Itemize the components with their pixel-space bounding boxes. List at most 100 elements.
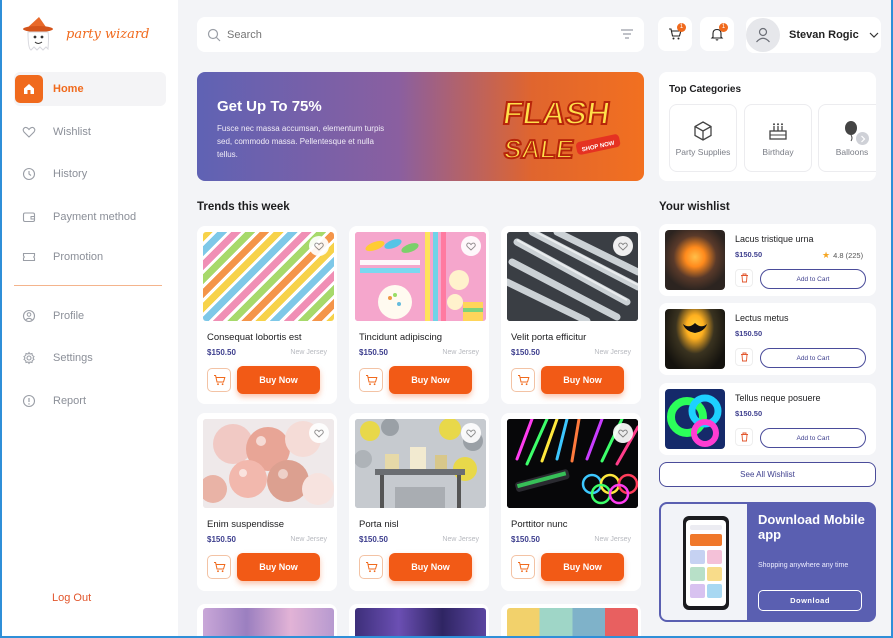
sidebar-item-promotion[interactable]: Promotion	[14, 240, 166, 274]
cart-button[interactable]: 1	[658, 17, 692, 51]
gear-icon	[15, 344, 43, 372]
add-to-cart-button[interactable]: Add to Cart	[760, 348, 866, 368]
sidebar-item-label: Promotion	[53, 251, 104, 263]
favorite-heart-icon[interactable]	[309, 423, 329, 443]
sidebar-item-profile[interactable]: Profile	[14, 299, 166, 333]
cart-icon	[213, 375, 225, 386]
promo-subtitle: Shopping anywhere any time	[758, 562, 849, 569]
logout-link[interactable]: Log Out	[52, 592, 91, 604]
user-menu[interactable]: Stevan Rogic	[746, 17, 881, 53]
sidebar-item-settings[interactable]: Settings	[14, 341, 166, 375]
buy-now-button[interactable]: Buy Now	[389, 366, 472, 394]
product-price: $150.50	[207, 348, 236, 357]
product-image-character-cups	[507, 608, 638, 638]
product-name: Porta nisl	[359, 519, 399, 530]
favorite-heart-icon[interactable]	[613, 423, 633, 443]
search-bar[interactable]	[197, 17, 644, 52]
banner-title: Get Up To 75%	[217, 98, 322, 115]
cart-icon	[365, 375, 377, 386]
favorite-heart-icon[interactable]	[309, 236, 329, 256]
home-icon	[15, 75, 43, 103]
product-card[interactable]: Tincidunt adipiscing $150.50 New Jersey …	[349, 226, 489, 404]
wishlist-item[interactable]: Lectus metus $150.50 Add to Cart	[659, 303, 876, 375]
see-all-wishlist-button[interactable]: See All Wishlist	[659, 462, 876, 487]
sidebar-item-history[interactable]: History	[14, 157, 166, 191]
wishlist-item[interactable]: Tellus neque posuere $150.50 Add to Cart	[659, 383, 876, 455]
promo-banner[interactable]: Get Up To 75% Fusce nec massa accumsan, …	[197, 72, 644, 181]
product-card[interactable]: Enim suspendisse $150.50 New Jersey Buy …	[197, 413, 337, 591]
banner-text: Fusce nec massa accumsan, elementum turp…	[217, 124, 385, 159]
sidebar-item-label: Profile	[53, 310, 85, 322]
product-card-partial[interactable]	[197, 604, 337, 638]
flash-word: FLASH	[502, 95, 612, 131]
rating: ★ 4.8 (225)	[822, 250, 863, 261]
rating-value: 4.8 (225)	[833, 251, 864, 260]
filter-icon[interactable]	[620, 28, 634, 40]
product-location: New Jersey	[442, 349, 479, 356]
sidebar: party wizard Home Wishlist History Payme…	[0, 0, 178, 638]
product-image-photo-props	[203, 608, 334, 638]
buy-now-button[interactable]: Buy Now	[237, 553, 320, 581]
buy-now-button[interactable]: Buy Now	[389, 553, 472, 581]
product-name: Velit porta efficitur	[511, 332, 587, 343]
logo[interactable]: party wizard	[22, 16, 149, 52]
cart-badge: 1	[677, 23, 686, 32]
product-price: $150.50	[207, 535, 236, 544]
add-to-cart-button[interactable]	[511, 555, 535, 579]
favorite-heart-icon[interactable]	[461, 423, 481, 443]
product-name: Enim suspendisse	[207, 519, 285, 530]
chevron-down-icon[interactable]	[869, 32, 879, 38]
user-icon	[15, 302, 43, 330]
product-location: New Jersey	[594, 349, 631, 356]
user-name: Stevan Rogic	[789, 29, 859, 41]
add-to-cart-button[interactable]: Add to Cart	[760, 269, 866, 289]
info-icon	[15, 387, 43, 415]
wishlist-item-name: Lacus tristique urna	[735, 234, 814, 244]
sidebar-item-label: Payment method	[53, 211, 137, 223]
category-party-supplies[interactable]: Party Supplies	[669, 104, 737, 172]
favorite-heart-icon[interactable]	[613, 236, 633, 256]
product-card[interactable]: Porta nisl $150.50 New Jersey Buy Now	[349, 413, 489, 591]
sidebar-item-label: Report	[53, 395, 87, 407]
promo-title: Download Mobile app	[758, 512, 865, 542]
sidebar-item-wishlist[interactable]: Wishlist	[14, 115, 166, 149]
wishlist-item[interactable]: Lacus tristique urna $150.50 ★ 4.8 (225) …	[659, 224, 876, 296]
add-to-cart-button[interactable]	[359, 555, 383, 579]
cart-icon	[517, 562, 529, 573]
avatar	[746, 18, 780, 52]
buy-now-button[interactable]: Buy Now	[541, 366, 624, 394]
favorite-heart-icon[interactable]	[461, 236, 481, 256]
sidebar-item-home[interactable]: Home	[14, 72, 166, 106]
notifications-button[interactable]: 1	[700, 17, 734, 51]
buy-now-button[interactable]: Buy Now	[541, 553, 624, 581]
download-button[interactable]: Download	[758, 590, 862, 611]
product-card[interactable]: Consequat lobortis est $150.50 New Jerse…	[197, 226, 337, 404]
sidebar-item-label: History	[53, 168, 88, 180]
product-card-partial[interactable]	[501, 604, 641, 638]
cart-icon	[517, 375, 529, 386]
product-card[interactable]: Porttitor nunc $150.50 New Jersey Buy No…	[501, 413, 641, 591]
remove-wishlist-button[interactable]	[735, 348, 753, 366]
category-label: Birthday	[762, 146, 794, 157]
category-birthday[interactable]: Birthday	[744, 104, 812, 172]
product-card-partial[interactable]	[349, 604, 489, 638]
chevron-right-icon[interactable]	[856, 132, 869, 145]
add-to-cart-button[interactable]	[511, 368, 535, 392]
trash-icon	[740, 273, 748, 283]
sidebar-item-report[interactable]: Report	[14, 384, 166, 418]
add-to-cart-button[interactable]	[359, 368, 383, 392]
sidebar-divider	[14, 285, 162, 286]
add-to-cart-button[interactable]	[207, 368, 231, 392]
search-input[interactable]	[227, 28, 587, 41]
buy-now-button[interactable]: Buy Now	[237, 366, 320, 394]
product-card[interactable]: Velit porta efficitur $150.50 New Jersey…	[501, 226, 641, 404]
add-to-cart-button[interactable]: Add to Cart	[760, 428, 866, 448]
remove-wishlist-button[interactable]	[735, 428, 753, 446]
remove-wishlist-button[interactable]	[735, 269, 753, 287]
add-to-cart-button[interactable]	[207, 555, 231, 579]
wishlist-thumbnail	[665, 230, 725, 290]
wishlist-thumbnail	[665, 309, 725, 369]
product-location: New Jersey	[594, 536, 631, 543]
mobile-app-promo: Download Mobile app Shopping anywhere an…	[659, 502, 876, 622]
sidebar-item-payment[interactable]: Payment method	[14, 200, 166, 234]
